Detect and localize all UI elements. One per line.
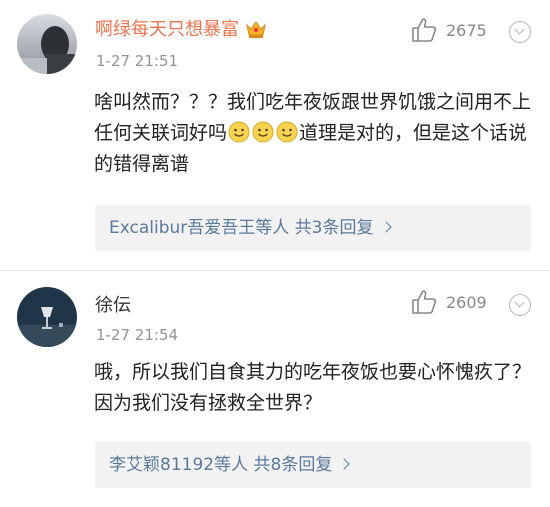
chevron-down-circle-icon[interactable] bbox=[509, 21, 531, 43]
replies-link[interactable]: 李艾颖81192等人 共8条回复 bbox=[109, 455, 350, 475]
username-text[interactable]: 啊绿每天只想暴富 bbox=[95, 19, 239, 40]
username[interactable]: 啊绿每天只想暴富 bbox=[95, 19, 267, 45]
smile-emoji-icon bbox=[228, 121, 250, 143]
comment-item: 徐伝 1-27 21:54 2609 哦，所以我们自食其力的吃年夜饭也要心怀愧疚… bbox=[0, 271, 550, 507]
chevron-down-circle-icon[interactable] bbox=[509, 294, 531, 316]
replies-summary[interactable]: 李艾颖81192等人 共8条回复 bbox=[95, 442, 531, 488]
replies-link[interactable]: Excalibur吾爱吾王等人 共3条回复 bbox=[109, 218, 392, 238]
username-text[interactable]: 徐伝 bbox=[95, 295, 131, 316]
comment-text: 啥叫然而？？？我们吃年夜饭跟世界饥饿之间用不上任何关联词好吗 道理是对的，但是这个… bbox=[94, 87, 534, 180]
avatar[interactable] bbox=[17, 287, 77, 347]
comment-item: 啊绿每天只想暴富 1-27 21:51 2675 啥叫然而？？？我们吃年夜饭跟世… bbox=[0, 0, 550, 270]
crown-badge-icon bbox=[245, 19, 267, 45]
chevron-right-icon bbox=[379, 221, 392, 233]
reply-suffix: 等人 bbox=[255, 218, 290, 238]
reply-count[interactable]: 共3条回复 bbox=[295, 218, 374, 238]
smile-emoji-icon bbox=[276, 121, 298, 143]
username[interactable]: 徐伝 bbox=[95, 295, 131, 317]
replies-summary[interactable]: Excalibur吾爱吾王等人 共3条回复 bbox=[95, 205, 531, 251]
timestamp: 1-27 21:51 bbox=[96, 52, 179, 70]
timestamp: 1-27 21:54 bbox=[96, 326, 179, 344]
reply-count[interactable]: 共8条回复 bbox=[254, 455, 333, 475]
reply-author-names[interactable]: Excalibur吾爱吾王 bbox=[109, 218, 255, 238]
thumbs-up-icon[interactable] bbox=[410, 16, 438, 44]
thumbs-up-icon[interactable] bbox=[410, 288, 438, 316]
reply-suffix: 等人 bbox=[214, 455, 249, 475]
chevron-right-icon bbox=[338, 458, 350, 470]
comment-text: 哦，所以我们自食其力的吃年夜饭也要心怀愧疚了？因为我们没有拯救全世界？ bbox=[94, 361, 532, 414]
avatar[interactable] bbox=[17, 14, 77, 74]
smile-emoji-icon bbox=[252, 121, 274, 143]
like-count: 2675 bbox=[446, 21, 487, 40]
reply-author-names[interactable]: 李艾颖81192 bbox=[109, 455, 214, 475]
like-count: 2609 bbox=[446, 293, 487, 312]
